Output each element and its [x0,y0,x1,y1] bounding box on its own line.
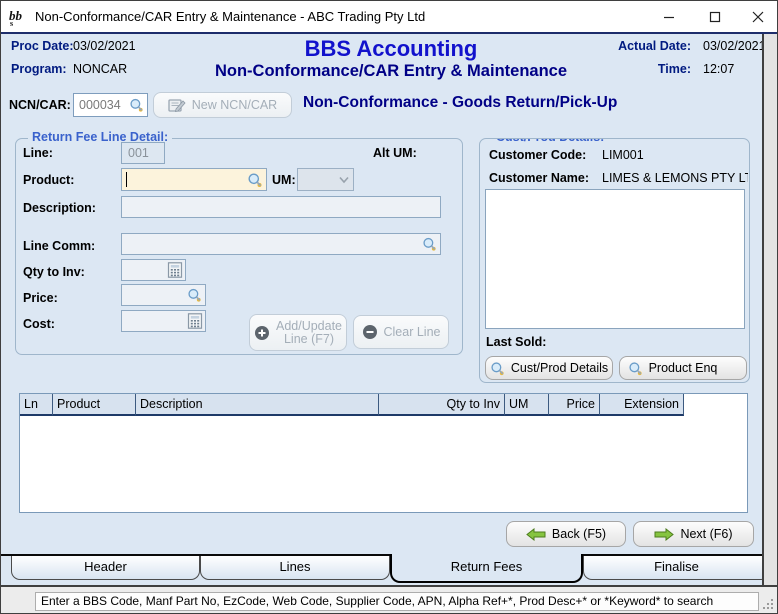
tab-finalise[interactable]: Finalise [583,556,770,580]
minimize-icon [664,16,674,18]
window-title: Non-Conformance/CAR Entry & Maintenance … [35,9,426,24]
last-sold-label: Last Sold: [486,335,547,349]
search-icon [490,361,505,376]
close-icon [752,11,764,22]
product-enq-button[interactable]: Product Enq [619,356,747,380]
arrow-left-icon [526,527,546,541]
time-value: 12:07 [703,62,735,76]
next-button-label: Next (F6) [680,527,733,541]
price-label: Price: [23,291,58,305]
qty-to-inv-label: Qty to Inv: [23,265,85,279]
table-header-row: Ln Product Description Qty to Inv UM Pri… [20,394,747,416]
add-update-line-label: Add/Update Line (F7) [275,318,343,346]
search-icon[interactable] [422,237,437,252]
arrow-right-icon [654,527,675,541]
add-update-line-button[interactable]: Add/Update Line (F7) [249,314,347,351]
tab-return-fees[interactable]: Return Fees [390,554,583,583]
app-title: BBS Accounting [304,36,478,61]
table-body-empty [20,416,747,512]
description-label: Description: [23,201,96,215]
svg-text:s: s [10,19,13,28]
close-button[interactable] [739,1,777,32]
calculator-icon[interactable] [167,262,183,278]
chevron-down-icon [339,176,349,183]
return-fees-table: Ln Product Description Qty to Inv UM Pri… [19,393,748,513]
column-header-um: UM [505,394,549,416]
description-input[interactable] [121,196,441,218]
column-header-ln: Ln [20,394,53,416]
line-comm-label: Line Comm: [23,239,96,253]
column-header-price: Price [549,394,600,416]
cust-prod-details-button-label: Cust/Prod Details [510,361,609,375]
product-input[interactable] [121,168,267,191]
line-label: Line: [23,146,53,160]
product-label: Product: [23,173,75,187]
cust-prod-legend: Cust/Prod Details: [492,139,609,144]
window-right-frame [762,34,777,585]
qty-to-inv-input[interactable] [121,259,186,281]
plus-circle-icon [254,325,270,341]
back-button-label: Back (F5) [551,527,607,541]
cust-prod-details-button[interactable]: Cust/Prod Details [485,356,613,380]
cost-input[interactable] [121,310,206,332]
price-input[interactable] [121,284,206,306]
customer-name-value: LIMES & LEMONS PTY LTD [602,171,748,185]
proc-date-label: Proc Date: [11,39,74,53]
minus-circle-icon [362,324,378,340]
status-bar: Enter a BBS Code, Manf Part No, EzCode, … [1,585,777,613]
actual-date-label: Actual Date: [618,39,691,53]
product-enq-button-label: Product Enq [648,361,718,375]
line-number-field[interactable]: 001 [121,142,165,164]
customer-code-label: Customer Code: [489,148,587,162]
maximize-icon [709,11,721,22]
customer-name-label: Customer Name: [489,171,590,185]
app-window: bb s Non-Conformance/CAR Entry & Mainten… [0,0,778,614]
alt-um-label: Alt UM: [373,146,417,160]
mode-title: Non-Conformance - Goods Return/Pick-Up [303,94,618,111]
tab-lines[interactable]: Lines [200,556,390,580]
ncn-car-value: 000034 [79,98,121,112]
clear-line-label: Clear Line [383,325,441,339]
clear-line-button[interactable]: Clear Line [353,315,449,349]
program-value: NONCAR [73,62,128,76]
um-label: UM: [272,173,296,187]
calculator-icon[interactable] [187,313,203,329]
column-header-product: Product [53,394,136,416]
actual-date-value: 03/02/2021 [703,39,766,53]
cost-label: Cost: [23,317,55,331]
search-icon[interactable] [247,172,263,188]
column-header-description: Description [136,394,379,416]
cust-prod-details-textarea[interactable] [485,189,745,329]
tab-header[interactable]: Header [11,556,200,580]
um-select[interactable] [297,168,354,191]
proc-date-value: 03/02/2021 [73,39,136,53]
next-button[interactable]: Next (F6) [633,521,754,547]
column-header-extension: Extension [600,394,684,416]
column-header-qty-to-inv: Qty to Inv [379,394,505,416]
search-icon[interactable] [187,288,202,303]
new-ncn-car-label: New NCN/CAR [191,98,278,112]
customer-code-value: LIM001 [602,148,644,162]
line-number-value: 001 [128,146,149,160]
ncn-car-input[interactable]: 000034 [73,93,148,117]
ncn-car-label: NCN/CAR: [9,98,71,112]
column-header-filler [684,394,747,416]
screen-title: Non-Conformance/CAR Entry & Maintenance [214,62,568,80]
cust-prod-group: Cust/Prod Details: Customer Code: LIM001… [479,138,750,383]
title-bar[interactable]: bb s Non-Conformance/CAR Entry & Mainten… [1,1,777,34]
line-comm-input[interactable] [121,233,441,255]
new-document-icon [168,98,186,113]
bbs-app-icon: bb s [8,6,32,28]
new-ncn-car-button[interactable]: New NCN/CAR [153,92,292,118]
maximize-button[interactable] [695,1,735,32]
minimize-button[interactable] [649,1,689,32]
resize-grip[interactable] [762,598,775,611]
text-caret [126,172,127,187]
back-button[interactable]: Back (F5) [506,521,626,547]
time-label: Time: [657,62,691,76]
program-label: Program: [11,62,67,76]
search-icon[interactable] [129,98,144,113]
search-icon [628,361,643,376]
status-message: Enter a BBS Code, Manf Part No, EzCode, … [35,592,759,611]
